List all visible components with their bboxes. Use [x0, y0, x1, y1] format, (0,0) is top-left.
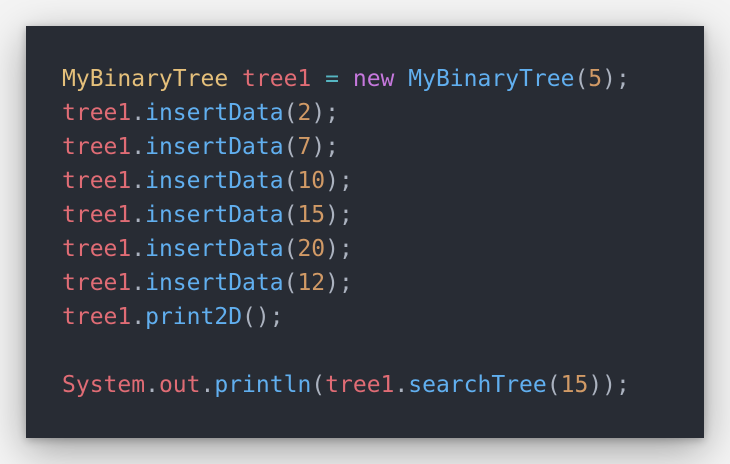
variable-token: tree1	[242, 66, 312, 92]
code-line-1: MyBinaryTree tree1 = new MyBinaryTree(5)…	[62, 66, 630, 92]
method-token: println	[214, 372, 312, 398]
number-literal: 5	[588, 66, 603, 92]
assign-operator: =	[325, 66, 339, 92]
method-token: insertData	[145, 100, 284, 126]
code-line-2: tree1.insertData(2);	[62, 100, 340, 126]
number-literal: 12	[297, 270, 326, 296]
variable-token: tree1	[62, 134, 132, 160]
variable-token: tree1	[62, 236, 132, 262]
code-line-3: tree1.insertData(7);	[62, 134, 340, 160]
code-editor-panel: MyBinaryTree tree1 = new MyBinaryTree(5)…	[26, 26, 704, 438]
variable-token: tree1	[62, 100, 132, 126]
number-literal: 15	[297, 202, 326, 228]
class-name-token: MyBinaryTree	[62, 66, 229, 92]
method-token: insertData	[145, 270, 284, 296]
variable-token: tree1	[325, 372, 395, 398]
number-literal: 7	[297, 134, 312, 160]
variable-token: tree1	[62, 270, 132, 296]
code-line-7: tree1.insertData(12);	[62, 270, 353, 296]
method-token: insertData	[145, 168, 284, 194]
new-keyword: new	[352, 66, 395, 92]
method-token: print2D	[145, 304, 243, 330]
number-literal: 2	[297, 100, 312, 126]
number-literal: 20	[297, 236, 326, 262]
number-literal: 15	[560, 372, 589, 398]
code-line-5: tree1.insertData(15);	[62, 202, 353, 228]
class-name-token: System	[62, 372, 146, 398]
code-line-8: tree1.print2D();	[62, 304, 284, 330]
method-token: insertData	[145, 236, 284, 262]
method-token: searchTree	[408, 372, 547, 398]
code-line-4: tree1.insertData(10);	[62, 168, 353, 194]
variable-token: tree1	[62, 168, 132, 194]
constructor-token: MyBinaryTree	[408, 66, 575, 92]
method-token: insertData	[145, 134, 284, 160]
code-line-10: System.out.println(tree1.searchTree(15))…	[62, 372, 630, 398]
code-line-6: tree1.insertData(20);	[62, 236, 353, 262]
variable-token: tree1	[62, 202, 132, 228]
variable-token: tree1	[62, 304, 132, 330]
number-literal: 10	[297, 168, 326, 194]
field-token: out	[158, 372, 201, 398]
method-token: insertData	[145, 202, 284, 228]
